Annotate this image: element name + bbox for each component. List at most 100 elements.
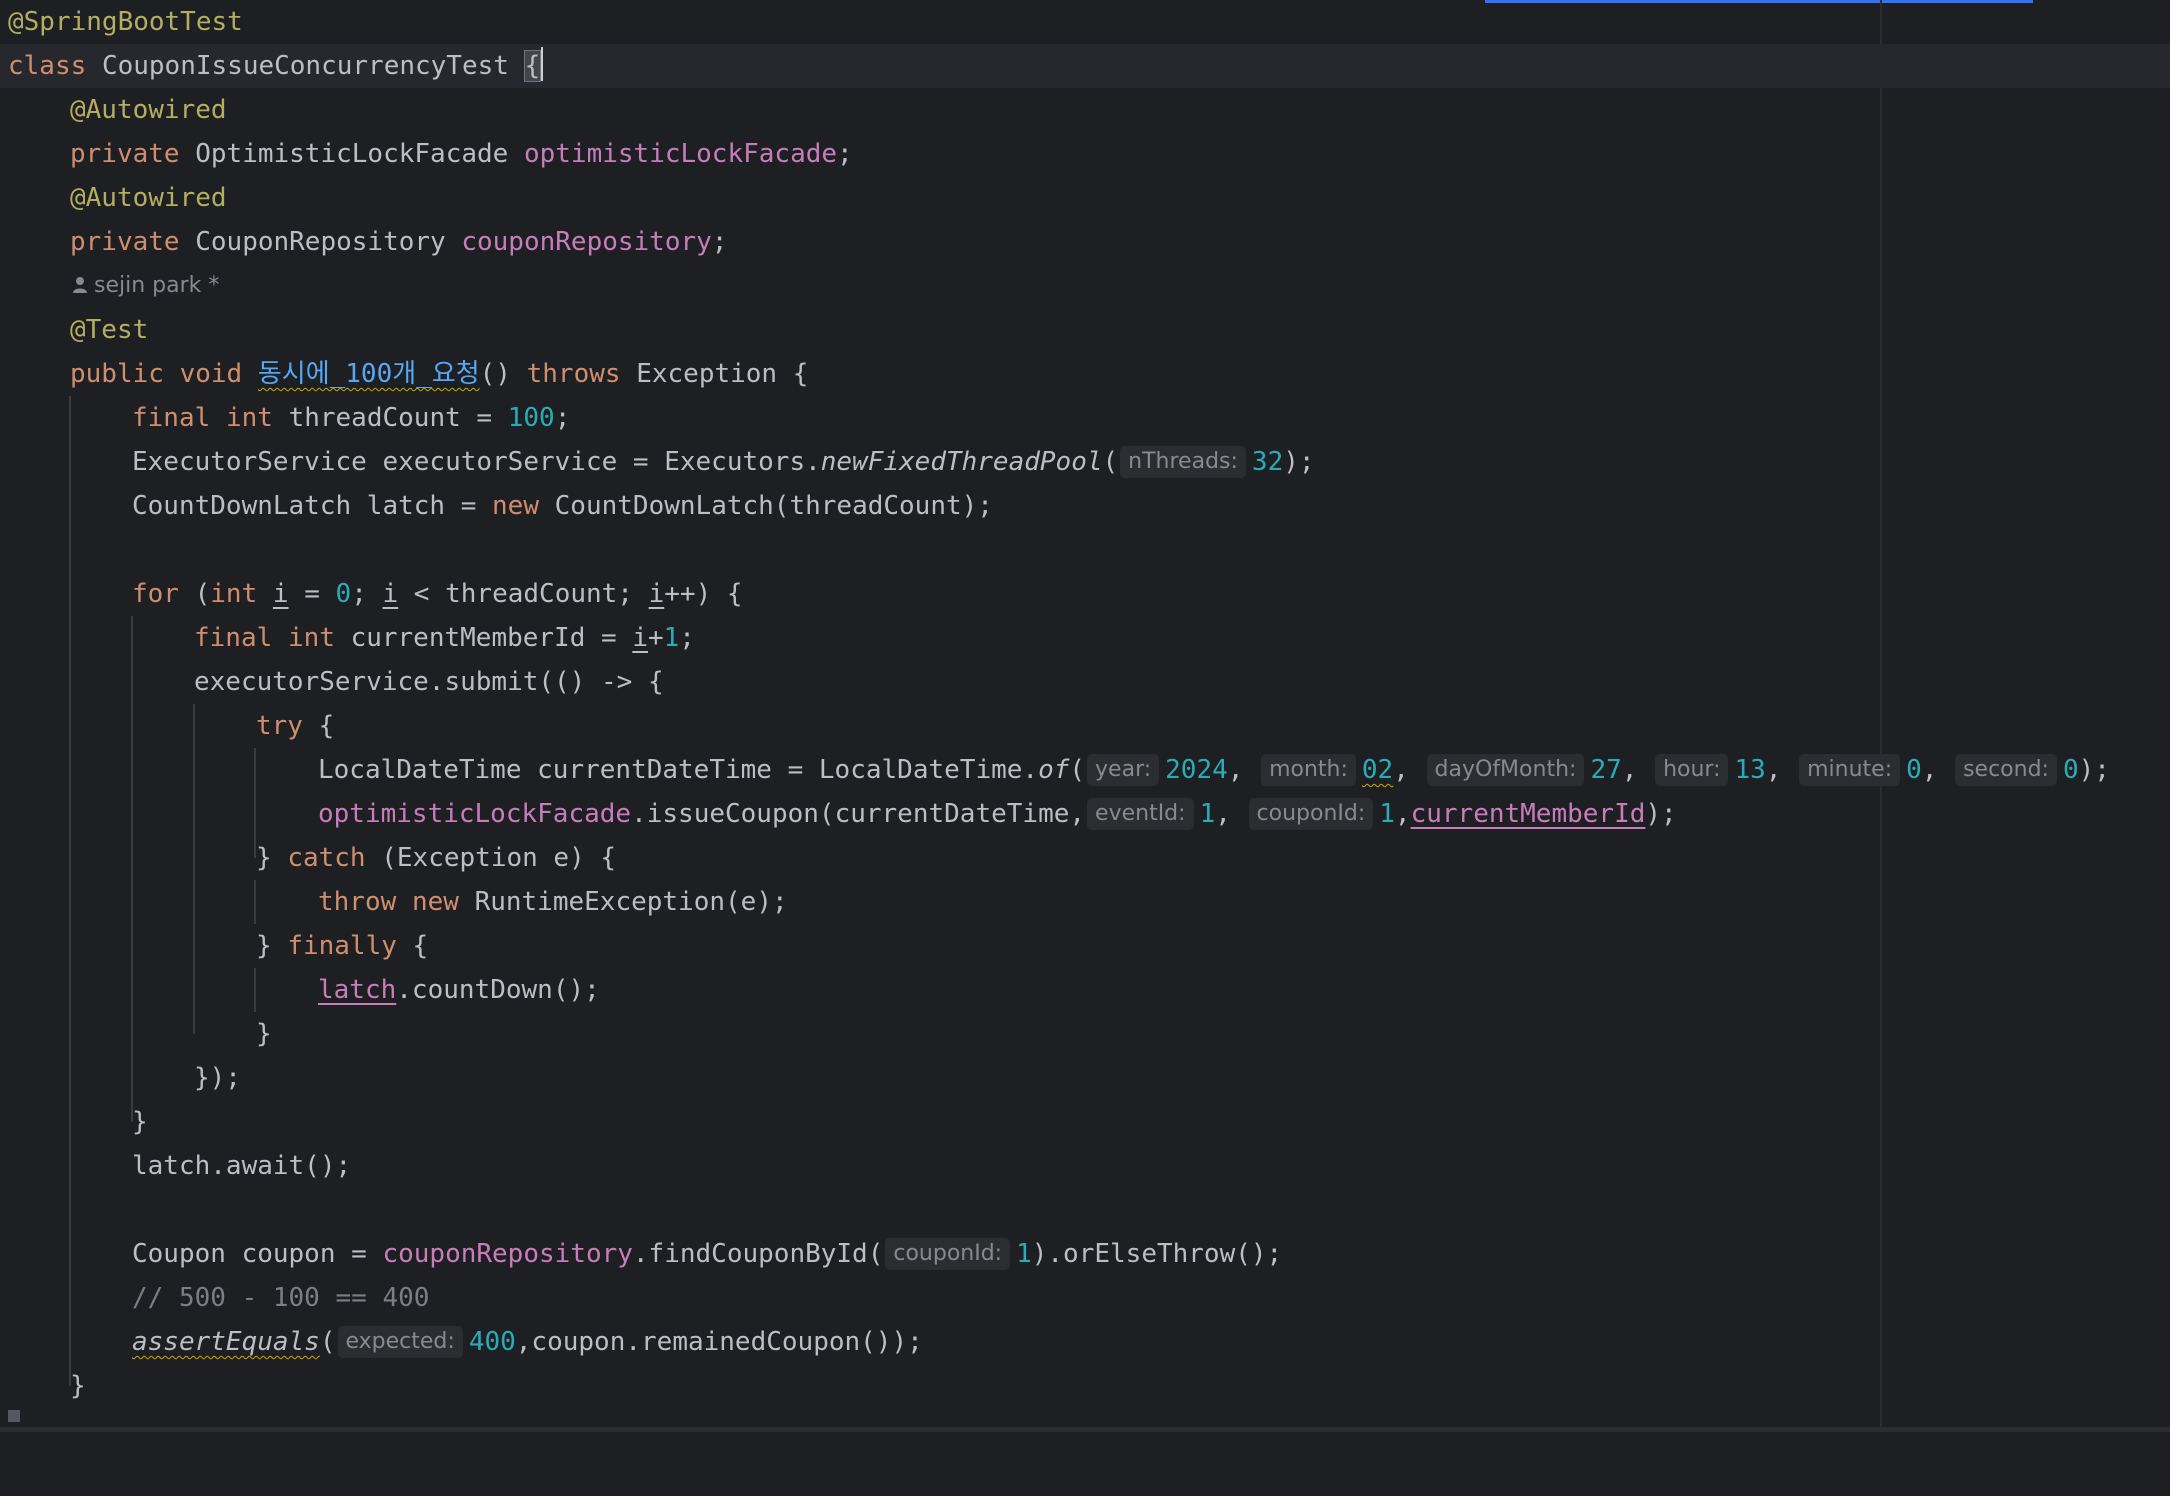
number-literal: 32 bbox=[1251, 447, 1284, 477]
parameter-hint: minute: bbox=[1799, 754, 1901, 786]
keyword-token: int bbox=[210, 579, 258, 609]
code-line[interactable]: latch.await(); bbox=[0, 1144, 2170, 1188]
parameter-hint: hour: bbox=[1655, 754, 1729, 786]
punctuation: ; bbox=[554, 403, 571, 433]
punctuation: ; bbox=[679, 623, 695, 653]
code-line[interactable]: CountDownLatch latch = new CountDownLatc… bbox=[0, 484, 2170, 528]
code-text: (Exception e) { bbox=[381, 843, 617, 873]
method-call: assertEquals bbox=[132, 1327, 320, 1357]
keyword-token: int bbox=[287, 623, 335, 653]
code-line[interactable]: @SpringBootTest bbox=[0, 0, 2170, 44]
number-literal: 1 bbox=[663, 623, 680, 653]
fold-marker[interactable] bbox=[8, 1410, 20, 1422]
code-text: ; bbox=[351, 579, 383, 609]
code-line[interactable]: private CouponRepository couponRepositor… bbox=[0, 220, 2170, 264]
code-text: .issueCoupon(currentDateTime, bbox=[631, 799, 1086, 829]
code-line[interactable]: ExecutorService executorService = Execut… bbox=[0, 440, 2170, 484]
code-line[interactable]: latch.countDown(); bbox=[0, 968, 2170, 1012]
code-line[interactable]: private OptimisticLockFacade optimisticL… bbox=[0, 132, 2170, 176]
number-literal: 27 bbox=[1590, 755, 1622, 785]
parameter-hint: couponId: bbox=[1248, 798, 1374, 830]
code-text: threadCount = bbox=[288, 403, 508, 433]
code-line[interactable]: } bbox=[0, 1364, 2170, 1408]
horizontal-scrollbar[interactable] bbox=[0, 1427, 2170, 1432]
punctuation: , bbox=[1227, 755, 1244, 785]
code-text: ++) { bbox=[664, 579, 743, 609]
code-line[interactable]: final int threadCount = 100; bbox=[0, 396, 2170, 440]
code-line[interactable]: @Autowired bbox=[0, 88, 2170, 132]
annotation-token: @Autowired bbox=[70, 95, 227, 125]
code-line[interactable]: final int currentMemberId = i+1; bbox=[0, 616, 2170, 660]
parameter-hint: second: bbox=[1955, 754, 2057, 786]
loop-variable: i bbox=[382, 579, 399, 609]
parameter-hint: year: bbox=[1087, 754, 1160, 786]
parameter-hint: nThreads: bbox=[1120, 446, 1246, 478]
punctuation: ( bbox=[319, 1327, 336, 1357]
parameter-hint: month: bbox=[1261, 754, 1356, 786]
punctuation: ; bbox=[711, 227, 728, 257]
code-line[interactable]: throw new RuntimeException(e); bbox=[0, 880, 2170, 924]
punctuation: } bbox=[132, 1107, 148, 1137]
code-text: Coupon coupon = bbox=[132, 1239, 383, 1269]
keyword-token: throws bbox=[526, 359, 621, 389]
number-literal: 1 bbox=[1379, 799, 1395, 829]
class-name: CouponIssueConcurrencyTest bbox=[101, 51, 509, 81]
code-line[interactable]: assertEquals(expected: 400,coupon.remaine… bbox=[0, 1320, 2170, 1364]
annotation-token: @Test bbox=[70, 315, 149, 345]
code-line[interactable]: } bbox=[0, 1012, 2170, 1056]
code-line[interactable]: Coupon coupon = couponRepository.findCou… bbox=[0, 1232, 2170, 1276]
author-inlay-hint[interactable]: sejin park * bbox=[0, 264, 2170, 308]
author-name: sejin park * bbox=[94, 273, 220, 298]
field-token: couponRepository bbox=[382, 1239, 633, 1269]
keyword-token: int bbox=[225, 403, 273, 433]
keyword-token: catch bbox=[287, 843, 366, 873]
code-line[interactable]: }); bbox=[0, 1056, 2170, 1100]
punctuation: , bbox=[1921, 755, 1938, 785]
parameter-hint: dayOfMonth: bbox=[1426, 754, 1585, 786]
number-literal: 02 bbox=[1361, 755, 1394, 785]
punctuation: () bbox=[479, 359, 511, 389]
punctuation: } bbox=[70, 1371, 86, 1401]
number-literal: 0 bbox=[1906, 755, 1922, 785]
code-line[interactable]: @Test bbox=[0, 308, 2170, 352]
code-line[interactable]: optimisticLockFacade.issueCoupon(current… bbox=[0, 792, 2170, 836]
code-line[interactable]: } bbox=[0, 1100, 2170, 1144]
number-literal: 400 bbox=[468, 1327, 516, 1357]
keyword-token: throw bbox=[318, 887, 397, 917]
code-line[interactable]: public void 동시에_100개_요청() throws Excepti… bbox=[0, 352, 2170, 396]
loop-variable: i bbox=[648, 579, 665, 609]
code-line[interactable]: LocalDateTime currentDateTime = LocalDat… bbox=[0, 748, 2170, 792]
punctuation: , bbox=[1215, 799, 1231, 829]
matched-brace: { bbox=[523, 50, 542, 82]
code-line[interactable]: } finally { bbox=[0, 924, 2170, 968]
code-text: ).orElseThrow(); bbox=[1031, 1239, 1283, 1269]
keyword-token: final bbox=[132, 403, 211, 433]
code-text: < threadCount; bbox=[398, 579, 649, 609]
punctuation: } bbox=[256, 843, 288, 873]
method-name[interactable]: 동시에_100개_요청 bbox=[258, 359, 480, 389]
code-line-current[interactable]: class CouponIssueConcurrencyTest { bbox=[0, 44, 2170, 88]
number-literal: 0 bbox=[335, 579, 352, 609]
captured-variable: currentMemberId bbox=[1410, 799, 1646, 829]
keyword-token: new bbox=[411, 887, 459, 917]
keyword-token: private bbox=[70, 139, 180, 169]
keyword-token: finally bbox=[287, 931, 397, 961]
code-line[interactable]: @Autowired bbox=[0, 176, 2170, 220]
code-line[interactable]: // 500 - 100 == 400 bbox=[0, 1276, 2170, 1320]
code-editor[interactable]: @SpringBootTest class CouponIssueConcurr… bbox=[0, 0, 2170, 1432]
number-literal: 0 bbox=[2062, 755, 2079, 785]
code-line[interactable]: executorService.submit(() -> { bbox=[0, 660, 2170, 704]
code-line[interactable]: for (int i = 0; i < threadCount; i++) { bbox=[0, 572, 2170, 616]
code-text: = bbox=[288, 579, 336, 609]
parameter-hint: expected: bbox=[337, 1326, 463, 1358]
keyword-token: for bbox=[132, 579, 179, 609]
keyword-token: void bbox=[179, 359, 243, 389]
code-line[interactable]: } catch (Exception e) { bbox=[0, 836, 2170, 880]
punctuation: ; bbox=[837, 139, 853, 169]
keyword-token: new bbox=[492, 491, 539, 521]
code-text: currentMemberId = bbox=[350, 623, 633, 653]
punctuation: ); bbox=[2078, 755, 2110, 785]
field-token: optimisticLockFacade bbox=[318, 799, 632, 829]
code-line[interactable]: try { bbox=[0, 704, 2170, 748]
